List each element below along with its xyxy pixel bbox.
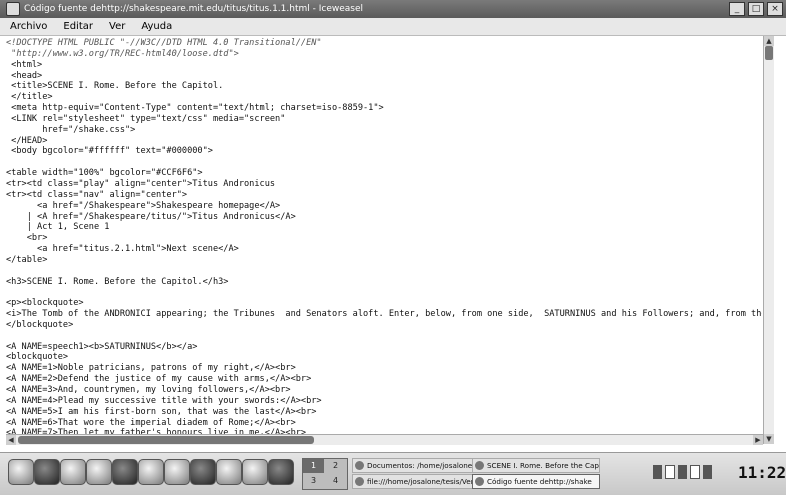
chat-icon[interactable] [216, 459, 242, 485]
menu-ver[interactable]: Ver [109, 21, 125, 32]
source-line: <a href="titus.2.1.html">Next scene</A> [6, 244, 239, 255]
minimize-button[interactable]: _ [729, 2, 745, 16]
monitor-icon[interactable] [138, 459, 164, 485]
workspace-3[interactable]: 3 [303, 474, 324, 488]
window-titlebar[interactable]: Código fuente dehttp://shakespeare.mit.e… [0, 0, 786, 18]
source-line: <tr><td class="play" align="center">Titu… [6, 178, 276, 189]
menu-archivo[interactable]: Archivo [10, 21, 47, 32]
task-source-view[interactable]: Código fuente dehttp://shake [472, 474, 600, 489]
source-line: <p><blockquote> [6, 298, 84, 309]
home-icon[interactable] [34, 459, 60, 485]
source-line: </table> [6, 254, 48, 265]
terminal-icon[interactable] [8, 459, 34, 485]
folder-icon [355, 461, 364, 470]
task-file-browser[interactable]: file:///home/josalone/tesis/Ver [352, 474, 480, 489]
iceweasel-app-icon [6, 2, 20, 16]
task-label: file:///home/josalone/tesis/Ver [367, 477, 474, 486]
window-title: Código fuente dehttp://shakespeare.mit.e… [24, 4, 363, 14]
source-line [6, 157, 762, 168]
vertical-scrollbar[interactable]: ▲ ▼ [763, 36, 774, 444]
scroll-left-arrow-icon[interactable]: ◀ [6, 435, 16, 445]
menu-editar[interactable]: Editar [63, 21, 93, 32]
source-line: <title>SCENE I. Rome. Before the Capitol… [6, 81, 224, 92]
source-line: <blockquote> [6, 352, 69, 363]
vertical-scroll-thumb[interactable] [765, 46, 773, 60]
source-line [6, 287, 762, 298]
source-line: <LINK rel="stylesheet" type="text/css" m… [6, 113, 286, 124]
network-icon[interactable] [60, 459, 86, 485]
calendar-icon[interactable] [268, 459, 294, 485]
source-line: <meta http-equiv="Content-Type" content=… [6, 103, 384, 114]
package-icon[interactable] [164, 459, 190, 485]
source-line: <A NAME=2>Defend the justice of my cause… [6, 374, 312, 385]
menu-ayuda[interactable]: Ayuda [141, 21, 172, 32]
network-status-icon[interactable] [678, 465, 687, 479]
scroll-right-arrow-icon[interactable]: ▶ [753, 435, 763, 445]
battery-icon[interactable] [653, 465, 662, 479]
task-label: SCENE I. Rome. Before the Capitol [487, 461, 600, 470]
task-label: Código fuente dehttp://shake [487, 477, 592, 486]
source-line: <A NAME=speech1><b>SATURNINUS</b></a> [6, 341, 198, 352]
source-line: <html> [6, 59, 43, 70]
workspace-pager[interactable]: 1 2 3 4 [302, 458, 348, 490]
source-line: <A NAME=6>That wore the imperial diadem … [6, 417, 296, 428]
source-line: <tr><td class="nav" align="center"> [6, 189, 188, 200]
source-line: <A NAME=1>Noble patricians, patrons of m… [6, 363, 296, 374]
power-icon[interactable] [703, 465, 712, 479]
source-line: "http://www.w3.org/TR/REC-html40/loose.d… [6, 48, 239, 59]
task-documentos[interactable]: Documentos: /home/josalone/tesis [352, 458, 480, 473]
source-line: <!DOCTYPE HTML PUBLIC "-//W3C//DTD HTML … [6, 38, 322, 48]
source-line: | Act 1, Scene 1 [6, 222, 110, 233]
source-line: <h3>SCENE I. Rome. Before the Capitol.</… [6, 276, 229, 287]
workspace-1[interactable]: 1 [303, 459, 324, 473]
source-line: <table width="100%" bgcolor="#CCF6F6"> [6, 168, 203, 179]
settings-icon[interactable] [86, 459, 112, 485]
task-scene-page[interactable]: SCENE I. Rome. Before the Capitol [472, 458, 600, 473]
workspace-4[interactable]: 4 [325, 474, 346, 488]
source-line: href="/shake.css"> [6, 124, 136, 135]
source-line: <head> [6, 70, 43, 81]
browser-icon [355, 477, 364, 486]
scroll-up-arrow-icon[interactable]: ▲ [764, 36, 774, 46]
source-line [6, 331, 762, 342]
maximize-button[interactable]: □ [748, 2, 764, 16]
editor-icon[interactable] [242, 459, 268, 485]
source-code-view[interactable]: <!DOCTYPE HTML PUBLIC "-//W3C//DTD HTML … [6, 38, 762, 434]
clock[interactable]: 11:22 [738, 463, 786, 482]
source-line: <i>The Tomb of the ANDRONICI appearing; … [6, 309, 762, 320]
close-button[interactable]: × [767, 2, 783, 16]
volume-icon[interactable] [665, 465, 675, 479]
source-line: <body bgcolor="#ffffff" text="#000000"> [6, 146, 213, 157]
source-line: <a href="/Shakespeare">Shakespeare homep… [6, 200, 281, 211]
monitor-status-icon[interactable] [690, 465, 700, 479]
workspace-2[interactable]: 2 [325, 459, 346, 473]
media-icon[interactable] [190, 459, 216, 485]
source-line: <br> [6, 233, 48, 244]
source-line: <A NAME=5>I am his first-born son, that … [6, 406, 317, 417]
source-line: </blockquote> [6, 319, 74, 330]
browser-icon[interactable] [112, 459, 138, 485]
scroll-down-arrow-icon[interactable]: ▼ [764, 434, 774, 444]
source-line: <A NAME=4>Plead my successive title with… [6, 395, 322, 406]
source-line: </title> [6, 92, 53, 103]
browser-icon [475, 461, 484, 470]
horizontal-scrollbar[interactable]: ◀ ▶ [6, 434, 763, 445]
source-line: </HEAD> [6, 135, 48, 146]
source-line [6, 266, 762, 277]
task-label: Documentos: /home/josalone/tesis [367, 461, 480, 470]
system-tray [653, 465, 712, 479]
browser-icon [475, 477, 484, 486]
horizontal-scroll-thumb[interactable] [18, 436, 314, 444]
taskbar: 1 2 3 4 Documentos: /home/josalone/tesis… [0, 452, 786, 495]
source-line: | <A href="/Shakespeare/titus/">Titus An… [6, 211, 296, 222]
source-line: <A NAME=3>And, countrymen, my loving fol… [6, 385, 291, 395]
menubar: Archivo Editar Ver Ayuda [0, 18, 786, 36]
